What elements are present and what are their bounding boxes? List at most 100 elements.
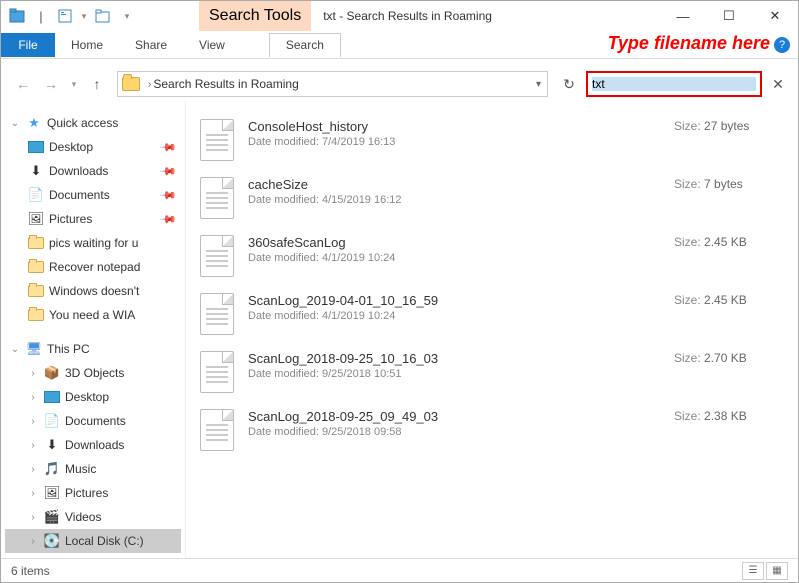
quick-access-toolbar: | ▾ ▾: [1, 1, 139, 31]
recent-dropdown-icon[interactable]: ▾: [67, 72, 81, 96]
sidebar-quick-item[interactable]: pics waiting for u: [5, 231, 181, 255]
qat-separator: |: [29, 4, 53, 28]
sidebar-pc-item[interactable]: ›💽Local Disk (D:): [5, 553, 181, 556]
sidebar-quick-item[interactable]: You need a WIA: [5, 303, 181, 327]
address-dropdown-icon[interactable]: ▾: [536, 79, 541, 90]
item-label: You need a WIA: [49, 308, 135, 322]
sidebar-quick-item[interactable]: Desktop📌: [5, 135, 181, 159]
file-tab[interactable]: File: [1, 33, 55, 57]
address-chevron-icon[interactable]: ›: [148, 79, 151, 90]
chevron-right-icon[interactable]: ›: [27, 512, 39, 523]
sidebar-pc-item[interactable]: ›💽Local Disk (C:): [5, 529, 181, 553]
navigation-pane: ⌄ ★ Quick access Desktop📌⬇Downloads📌📄Doc…: [1, 101, 186, 556]
file-size: Size: 2.38 KB: [674, 409, 784, 423]
tab-home[interactable]: Home: [55, 33, 119, 57]
item-icon: [43, 389, 61, 405]
chevron-right-icon[interactable]: ›: [27, 488, 39, 499]
chevron-right-icon[interactable]: ›: [27, 416, 39, 427]
chevron-right-icon[interactable]: ›: [27, 368, 39, 379]
tab-view[interactable]: View: [183, 33, 241, 57]
file-icon: [200, 235, 234, 277]
file-size: Size: 2.45 KB: [674, 235, 784, 249]
result-row[interactable]: ScanLog_2019-04-01_10_16_59 Date modifie…: [200, 285, 784, 343]
back-button[interactable]: ←: [11, 72, 35, 96]
file-size: Size: 2.70 KB: [674, 351, 784, 365]
result-row[interactable]: ScanLog_2018-09-25_09_49_03 Date modifie…: [200, 401, 784, 459]
item-icon: [27, 307, 45, 323]
file-name: ScanLog_2018-09-25_10_16_03: [248, 351, 660, 366]
search-input[interactable]: [592, 77, 756, 91]
sidebar-quick-item[interactable]: Recover notepad: [5, 255, 181, 279]
item-label: Music: [65, 462, 96, 476]
sidebar-pc-item[interactable]: ›📦3D Objects: [5, 361, 181, 385]
star-icon: ★: [25, 115, 43, 131]
file-date: Date modified: 9/25/2018 10:51: [248, 368, 660, 380]
chevron-right-icon[interactable]: ›: [27, 440, 39, 451]
item-label: Documents: [49, 188, 110, 202]
address-text: Search Results in Roaming: [153, 77, 534, 91]
item-icon: 📄: [43, 413, 61, 429]
pin-icon: 📌: [159, 210, 178, 229]
sidebar-pc-item[interactable]: ›📄Documents: [5, 409, 181, 433]
item-label: Desktop: [65, 390, 109, 404]
sidebar-quick-item[interactable]: Windows doesn't: [5, 279, 181, 303]
item-icon: ⬇: [27, 163, 45, 179]
explorer-icon[interactable]: [5, 4, 29, 28]
tab-search[interactable]: Search: [269, 33, 341, 57]
forward-button[interactable]: →: [39, 72, 63, 96]
maximize-button[interactable]: ☐: [706, 1, 752, 31]
chevron-down-icon[interactable]: ⌄: [9, 344, 21, 355]
search-box[interactable]: [586, 71, 762, 97]
sidebar-quick-item[interactable]: ⬇ Downloads 📌: [5, 159, 181, 183]
chevron-down-icon[interactable]: ⌄: [9, 118, 21, 129]
pin-icon: 📌: [159, 162, 178, 181]
item-icon: [27, 235, 45, 251]
window-controls: — ☐ ✕: [660, 1, 798, 31]
result-row[interactable]: cacheSize Date modified: 4/15/2019 16:12…: [200, 169, 784, 227]
tree-this-pc[interactable]: ⌄ 🖥 This PC: [5, 337, 181, 361]
close-button[interactable]: ✕: [752, 1, 798, 31]
help-icon[interactable]: ?: [774, 37, 790, 53]
file-icon: [200, 409, 234, 451]
tree-quick-access[interactable]: ⌄ ★ Quick access: [5, 111, 181, 135]
search-tools-contextual-tab: Search Tools: [199, 1, 311, 31]
refresh-button[interactable]: ↻: [556, 71, 582, 97]
results-pane: ConsoleHost_history Date modified: 7/4/2…: [186, 101, 798, 556]
result-row[interactable]: ConsoleHost_history Date modified: 7/4/2…: [200, 111, 784, 169]
thumbnails-view-button[interactable]: ▦: [766, 562, 788, 580]
up-button[interactable]: ↑: [85, 72, 109, 96]
sidebar-pc-item[interactable]: ›🎬Videos: [5, 505, 181, 529]
item-icon: [27, 139, 45, 155]
tab-share[interactable]: Share: [119, 33, 183, 57]
pc-icon: 🖥: [25, 341, 43, 357]
item-label: Downloads: [49, 164, 108, 178]
item-label: Downloads: [65, 438, 124, 452]
chevron-right-icon[interactable]: ›: [27, 392, 39, 403]
chevron-right-icon[interactable]: ›: [27, 464, 39, 475]
sidebar-pc-item[interactable]: ›🖼Pictures: [5, 481, 181, 505]
sidebar-quick-item[interactable]: 📄Documents📌: [5, 183, 181, 207]
minimize-button[interactable]: —: [660, 1, 706, 31]
result-row[interactable]: 360safeScanLog Date modified: 4/1/2019 1…: [200, 227, 784, 285]
item-icon: 🖼: [43, 485, 61, 501]
annotation-text: Type filename here: [608, 33, 770, 54]
qat-properties-icon[interactable]: [53, 4, 77, 28]
file-name: 360safeScanLog: [248, 235, 660, 250]
file-date: Date modified: 4/1/2019 10:24: [248, 252, 660, 264]
clear-search-button[interactable]: ✕: [768, 71, 788, 97]
sidebar-quick-item[interactable]: 🖼Pictures📌: [5, 207, 181, 231]
sidebar-pc-item[interactable]: › Desktop: [5, 385, 181, 409]
details-view-button[interactable]: ☰: [742, 562, 764, 580]
sidebar-pc-item[interactable]: ›⬇Downloads: [5, 433, 181, 457]
qat-newfolder-icon[interactable]: [91, 4, 115, 28]
qat-dropdown-icon[interactable]: ▾: [77, 4, 91, 28]
result-row[interactable]: ScanLog_2018-09-25_10_16_03 Date modifie…: [200, 343, 784, 401]
qat-customize-icon[interactable]: ▾: [115, 4, 139, 28]
navigation-bar: ← → ▾ ↑ › Search Results in Roaming ▾ ↻ …: [1, 67, 798, 101]
address-bar[interactable]: › Search Results in Roaming ▾: [117, 71, 548, 97]
item-label: Pictures: [49, 212, 92, 226]
search-tools-label: Search Tools: [209, 7, 301, 25]
file-name: cacheSize: [248, 177, 660, 192]
sidebar-pc-item[interactable]: ›🎵Music: [5, 457, 181, 481]
chevron-right-icon[interactable]: ›: [27, 536, 39, 547]
